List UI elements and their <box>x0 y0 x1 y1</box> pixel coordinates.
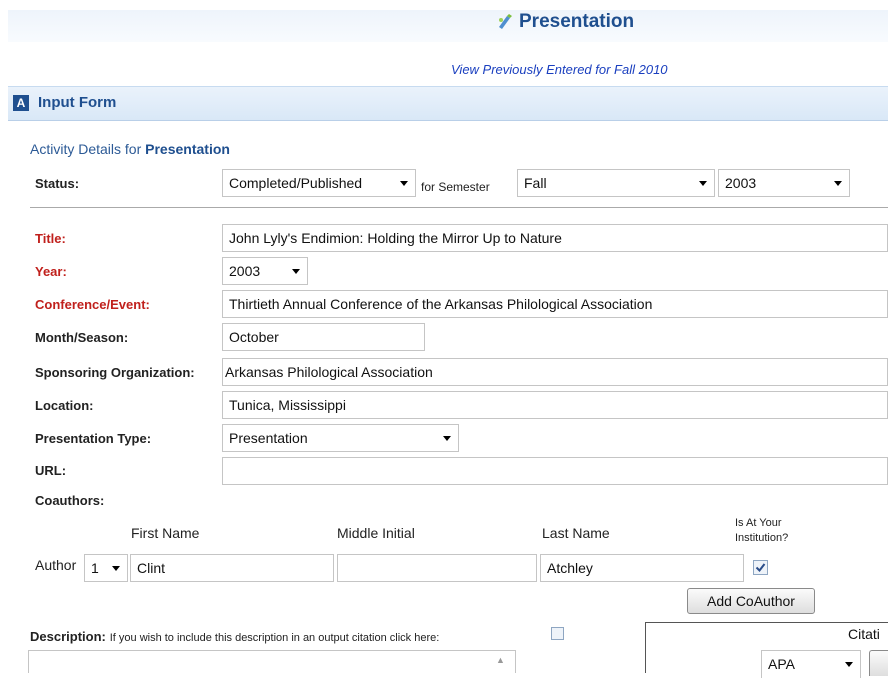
section-bar <box>8 86 888 121</box>
scroll-up-arrow-icon[interactable]: ▲ <box>496 655 505 665</box>
last-name-header: Last Name <box>542 525 610 541</box>
citation-style-select[interactable]: APA <box>761 650 861 678</box>
status-select[interactable]: Completed/Published <box>222 169 416 197</box>
year-select[interactable]: 2003 <box>222 257 308 285</box>
conference-input[interactable]: Thirtieth Annual Conference of the Arkan… <box>222 290 888 318</box>
chevron-down-icon <box>443 436 451 441</box>
url-input[interactable] <box>222 457 888 485</box>
chevron-down-icon <box>112 566 120 571</box>
add-coauthor-button[interactable]: Add CoAuthor <box>687 588 815 614</box>
page-title: Presentation <box>519 11 635 32</box>
title-label: Title: <box>35 231 66 246</box>
sponsor-label: Sponsoring Organization: <box>35 365 195 380</box>
description-textarea[interactable] <box>28 650 516 673</box>
first-name-input[interactable]: Clint <box>130 554 334 582</box>
first-name-header: First Name <box>131 525 200 541</box>
title-input[interactable]: John Lyly's Endimion: Holding the Mirror… <box>222 224 888 252</box>
location-input[interactable]: Tunica, Mississippi <box>222 391 888 419</box>
location-label: Location: <box>35 398 94 413</box>
conference-label: Conference/Event: <box>35 297 150 312</box>
description-label: Description: <box>30 629 106 644</box>
citation-label: Citati <box>848 626 880 642</box>
chevron-down-icon <box>699 181 707 186</box>
year-label: Year: <box>35 264 67 279</box>
middle-initial-input[interactable] <box>337 554 537 582</box>
view-previous-link[interactable]: View Previously Entered for Fall 2010 <box>451 62 668 77</box>
url-label: URL: <box>35 463 67 478</box>
last-name-input[interactable]: Atchley <box>540 554 744 582</box>
month-label: Month/Season: <box>35 330 129 345</box>
presentation-icon <box>499 14 512 29</box>
semester-year-select[interactable]: 2003 <box>718 169 850 197</box>
institution-checkbox[interactable] <box>753 560 768 575</box>
header-bar <box>8 10 888 42</box>
middle-initial-header: Middle Initial <box>337 525 415 541</box>
activity-subhead: Activity Details for Presentation <box>30 141 230 157</box>
description-hint: If you wish to include this description … <box>109 632 440 644</box>
include-description-checkbox[interactable] <box>551 627 564 640</box>
chevron-down-icon <box>834 181 842 186</box>
divider <box>30 207 888 208</box>
chevron-down-icon <box>292 269 300 274</box>
chevron-down-icon <box>845 662 853 667</box>
coauthors-label: Coauthors: <box>35 493 105 508</box>
presentation-type-label: Presentation Type: <box>35 431 152 446</box>
semester-select[interactable]: Fall <box>517 169 715 197</box>
author-number-select[interactable]: 1 <box>84 554 128 582</box>
citation-action-button[interactable] <box>869 650 888 676</box>
author-label: Author <box>35 557 77 573</box>
section-title: Input Form <box>38 94 117 111</box>
section-letter-badge: A <box>13 95 29 111</box>
chevron-down-icon <box>400 181 408 186</box>
month-input[interactable]: October <box>222 323 425 351</box>
description-row: Description: If you wish to include this… <box>30 628 439 644</box>
sponsor-input[interactable]: Arkansas Philological Association <box>222 358 888 386</box>
presentation-type-select[interactable]: Presentation <box>222 424 459 452</box>
status-label: Status: <box>35 176 80 191</box>
for-semester-label: for Semester <box>421 180 490 194</box>
institution-header: Is At Your Institution? <box>735 517 789 544</box>
check-icon <box>755 563 766 573</box>
